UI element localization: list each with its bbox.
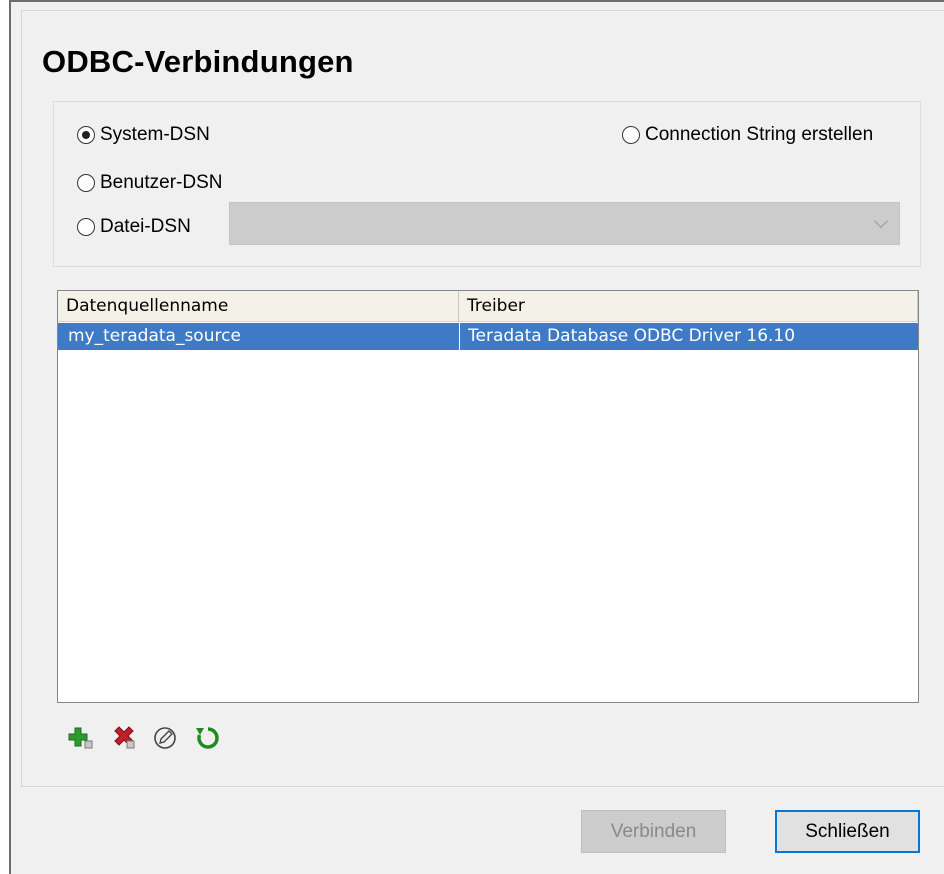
column-header-datasource-name[interactable]: Datenquellenname	[58, 291, 459, 321]
radio-connection-string-label: Connection String erstellen	[645, 124, 874, 145]
add-icon[interactable]	[66, 722, 98, 754]
cell-datasource-name: my_teradata_source	[68, 326, 241, 346]
column-header-driver[interactable]: Treiber	[459, 291, 918, 321]
delete-icon[interactable]	[108, 722, 140, 754]
radio-indicator	[77, 218, 95, 236]
cell-driver: Teradata Database ODBC Driver 16.10	[459, 323, 918, 350]
chevron-down-icon	[873, 213, 889, 229]
radio-indicator	[622, 126, 640, 144]
edit-icon[interactable]	[150, 722, 182, 754]
data-source-table: Datenquellenname Treiber my_teradata_sou…	[57, 290, 919, 703]
radio-checked-indicator	[77, 126, 95, 144]
radio-connection-string[interactable]: Connection String erstellen	[622, 124, 873, 146]
close-button[interactable]: Schließen	[775, 810, 920, 853]
table-row[interactable]: my_teradata_source Teradata Database ODB…	[58, 323, 918, 350]
radio-system-dsn-label: System-DSN	[100, 124, 210, 145]
radio-file-dsn[interactable]: Datei-DSN	[77, 216, 191, 238]
refresh-icon[interactable]	[192, 722, 224, 754]
radio-file-dsn-label: Datei-DSN	[100, 216, 191, 237]
connect-button[interactable]: Verbinden	[581, 810, 726, 853]
radio-system-dsn[interactable]: System-DSN	[77, 124, 210, 146]
file-dsn-dropdown[interactable]	[229, 202, 900, 245]
table-header: Datenquellenname Treiber	[58, 291, 918, 322]
radio-indicator	[77, 174, 95, 192]
dialog-title: ODBC-Verbindungen	[42, 44, 354, 79]
radio-user-dsn[interactable]: Benutzer-DSN	[77, 172, 223, 194]
datasource-toolbar	[66, 722, 234, 754]
radio-user-dsn-label: Benutzer-DSN	[100, 172, 223, 193]
